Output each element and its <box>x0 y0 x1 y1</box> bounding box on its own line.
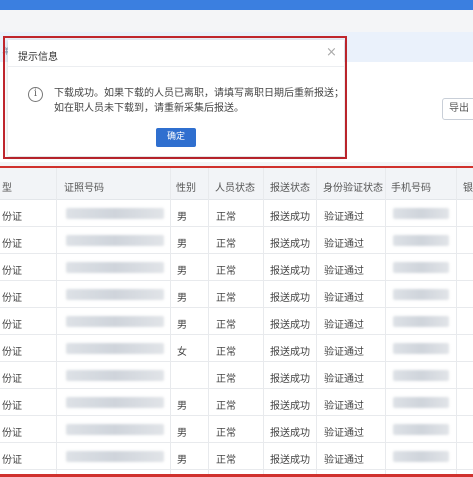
cell-verify-status: 验证通过 <box>324 401 364 412</box>
cell-verify-status: 验证通过 <box>324 320 364 331</box>
cell-verify-status: 验证通过 <box>324 455 364 466</box>
top-bar <box>0 0 473 10</box>
cell-phone-redacted <box>393 235 449 246</box>
cell-phone-redacted <box>393 424 449 435</box>
cell-person-status: 正常 <box>216 401 236 412</box>
cell-report-status: 报送成功 <box>270 239 310 250</box>
cell-verify-status: 验证通过 <box>324 347 364 358</box>
header-phone[interactable]: 手机号码 <box>391 179 431 194</box>
cell-id-number-redacted <box>66 262 164 273</box>
cell-verify-status: 验证通过 <box>324 212 364 223</box>
export-button[interactable]: 导出 <box>442 98 473 120</box>
cell-phone-redacted <box>393 262 449 273</box>
cell-gender: 男 <box>177 320 187 331</box>
cell-id-number-redacted <box>66 235 164 246</box>
cell-phone-redacted <box>393 343 449 354</box>
cell-id-type: 份证 <box>2 401 22 412</box>
table-row[interactable]: 份证 男 正常 报送成功 验证通过 <box>0 308 473 335</box>
dialog-message-line2: 如在职人员未下载到，请重新采集后报送。 <box>54 103 244 114</box>
cell-person-status: 正常 <box>216 455 236 466</box>
cell-id-type: 份证 <box>2 320 22 331</box>
header-id-number[interactable]: 证照号码 <box>64 179 104 194</box>
cell-report-status: 报送成功 <box>270 320 310 331</box>
header-gender[interactable]: 性别 <box>176 179 196 194</box>
cell-id-type: 份证 <box>2 212 22 223</box>
cell-person-status: 正常 <box>216 374 236 385</box>
header-report-status[interactable]: 报送状态 <box>270 179 310 194</box>
cell-phone-redacted <box>393 451 449 462</box>
cell-gender: 男 <box>177 455 187 466</box>
info-dialog: 提示信息 × i 下载成功。如果下载的人员已离职，请填写离职日期后重新报送； 如… <box>8 40 344 156</box>
employee-table: 型 证照号码 性别 人员状态 报送状态 身份验证状态 手机号码 银 份证 男 正… <box>0 166 473 477</box>
table-row[interactable]: 份证 正常 报送成功 验证通过 <box>0 362 473 389</box>
cell-verify-status: 验证通过 <box>324 428 364 439</box>
table-row[interactable]: 份证 男 正常 报送成功 验证通过 <box>0 227 473 254</box>
dialog-divider <box>8 66 344 67</box>
cell-person-status: 正常 <box>216 239 236 250</box>
dialog-message-line1: 下载成功。如果下载的人员已离职，请填写离职日期后重新报送； <box>54 88 344 99</box>
cell-person-status: 正常 <box>216 266 236 277</box>
cell-report-status: 报送成功 <box>270 212 310 223</box>
cell-id-number-redacted <box>66 397 164 408</box>
cell-person-status: 正常 <box>216 293 236 304</box>
cell-report-status: 报送成功 <box>270 374 310 385</box>
confirm-button[interactable]: 确定 <box>156 128 196 147</box>
table-row[interactable]: 份证 男 正常 报送成功 验证通过 <box>0 443 473 470</box>
cell-id-type: 份证 <box>2 428 22 439</box>
cell-gender: 男 <box>177 401 187 412</box>
table-row[interactable]: 份证 男 正常 报送成功 验证通过 <box>0 389 473 416</box>
cell-gender: 男 <box>177 212 187 223</box>
info-icon: i <box>28 87 43 102</box>
cell-id-number-redacted <box>66 316 164 327</box>
header-verify-status[interactable]: 身份验证状态 <box>323 179 383 194</box>
cell-report-status: 报送成功 <box>270 347 310 358</box>
cell-id-type: 份证 <box>2 266 22 277</box>
table-row[interactable]: 份证 男 正常 报送成功 验证通过 <box>0 200 473 227</box>
cell-id-number-redacted <box>66 343 164 354</box>
cell-report-status: 报送成功 <box>270 401 310 412</box>
header-person-status[interactable]: 人员状态 <box>215 179 255 194</box>
cell-id-number-redacted <box>66 424 164 435</box>
cell-id-type: 份证 <box>2 347 22 358</box>
cell-verify-status: 验证通过 <box>324 374 364 385</box>
cell-phone-redacted <box>393 289 449 300</box>
cell-report-status: 报送成功 <box>270 455 310 466</box>
cell-gender: 男 <box>177 293 187 304</box>
cell-phone-redacted <box>393 208 449 219</box>
cell-phone-redacted <box>393 316 449 327</box>
cell-id-type: 份证 <box>2 455 22 466</box>
cell-person-status: 正常 <box>216 347 236 358</box>
table-row[interactable]: 份证 男 正常 报送成功 验证通过 <box>0 254 473 281</box>
header-id-type[interactable]: 型 <box>2 179 12 194</box>
cell-gender: 男 <box>177 266 187 277</box>
cell-report-status: 报送成功 <box>270 293 310 304</box>
cell-verify-status: 验证通过 <box>324 293 364 304</box>
table-row[interactable]: 份证 男 正常 报送成功 验证通过 <box>0 281 473 308</box>
cell-person-status: 正常 <box>216 428 236 439</box>
cell-id-number-redacted <box>66 208 164 219</box>
cell-gender: 女 <box>177 347 187 358</box>
dialog-title: 提示信息 <box>18 52 58 63</box>
cell-id-type: 份证 <box>2 374 22 385</box>
cell-gender: 男 <box>177 239 187 250</box>
cell-id-type: 份证 <box>2 293 22 304</box>
header-bank[interactable]: 银 <box>463 179 473 194</box>
cell-id-type: 份证 <box>2 239 22 250</box>
cell-id-number-redacted <box>66 451 164 462</box>
cell-person-status: 正常 <box>216 212 236 223</box>
cell-phone-redacted <box>393 397 449 408</box>
cell-gender: 男 <box>177 428 187 439</box>
cell-verify-status: 验证通过 <box>324 239 364 250</box>
cell-report-status: 报送成功 <box>270 266 310 277</box>
cell-verify-status: 验证通过 <box>324 266 364 277</box>
close-icon[interactable]: × <box>326 45 337 60</box>
cell-phone-redacted <box>393 370 449 381</box>
cell-person-status: 正常 <box>216 320 236 331</box>
cell-id-number-redacted <box>66 370 164 381</box>
cell-id-number-redacted <box>66 289 164 300</box>
cell-report-status: 报送成功 <box>270 428 310 439</box>
table-row[interactable]: 份证 女 正常 报送成功 验证通过 <box>0 335 473 362</box>
table-row[interactable]: 份证 男 正常 报送成功 验证通过 <box>0 416 473 443</box>
table-header: 型 证照号码 性别 人员状态 报送状态 身份验证状态 手机号码 银 <box>0 168 473 200</box>
